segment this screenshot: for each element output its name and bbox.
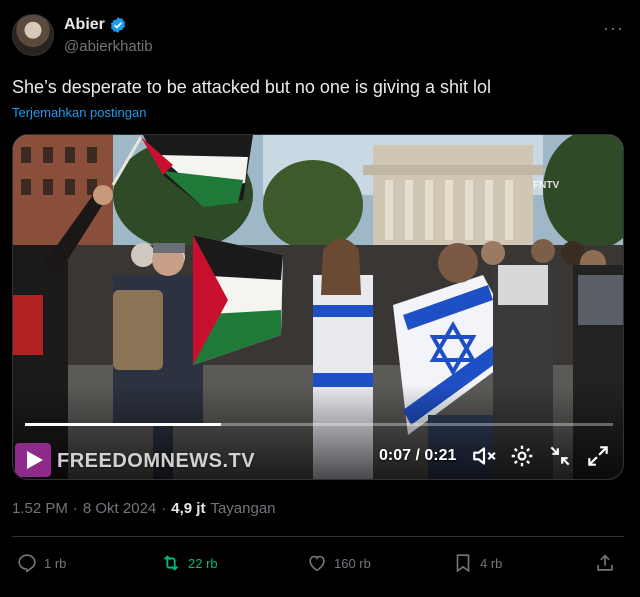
reply-icon (18, 554, 36, 573)
bookmark-button[interactable]: 4 rb (452, 545, 502, 581)
bookmark-icon (456, 554, 470, 573)
settings-gear-icon[interactable] (509, 443, 535, 469)
share-button[interactable] (594, 545, 616, 581)
retweet-icon (163, 555, 179, 571)
share-icon (597, 554, 613, 571)
video-progress-fill (25, 423, 221, 426)
separator-dot: · (72, 500, 78, 517)
reply-count: 1 rb (44, 555, 67, 571)
like-button[interactable]: 160 rb (306, 545, 371, 581)
retweet-count: 22 rb (188, 555, 218, 571)
post-time[interactable]: 1.52 PM (12, 500, 68, 517)
video-progress-bar[interactable] (25, 423, 613, 426)
verified-badge-icon (110, 17, 126, 33)
corner-logo: FNTV (533, 180, 560, 191)
views-count: 4,9 jt (171, 500, 206, 517)
fullscreen-icon[interactable] (585, 443, 611, 469)
more-options-icon[interactable]: ··· (603, 18, 624, 39)
reply-button[interactable]: 1 rb (16, 545, 66, 581)
avatar[interactable] (12, 14, 54, 56)
bookmark-count: 4 rb (480, 555, 503, 571)
display-name[interactable]: Abier (64, 16, 105, 34)
watermark-text: FREEDOMNEWS.TV (57, 450, 256, 472)
name-row: Abier (64, 16, 127, 34)
views-label: Tayangan (210, 500, 276, 517)
video-player[interactable]: FNTV FREEDOMNEWS.TV 0:07 / 0:21 (12, 134, 624, 480)
post-date[interactable]: 8 Okt 2024 (83, 500, 156, 517)
handle[interactable]: @abierkhatib (64, 38, 153, 55)
retweet-button[interactable]: 22 rb (160, 545, 218, 581)
action-bar: 1 rb 22 rb 160 rb 4 rb (12, 545, 628, 581)
minimize-icon[interactable] (547, 443, 573, 469)
tweet-header: Abier @abierkhatib ··· (12, 14, 628, 60)
like-count: 160 rb (334, 555, 371, 571)
video-time: 0:07 / 0:21 (379, 447, 457, 464)
tweet-meta: 1.52 PM · 8 Okt 2024 · 4,9 jt Tayangan (12, 500, 276, 517)
translate-link[interactable]: Terjemahkan postingan (12, 105, 146, 120)
divider (12, 536, 624, 537)
heart-icon (309, 555, 325, 572)
freedomnews-logo-icon (15, 443, 51, 477)
tweet-text: She’s desperate to be attacked but no on… (12, 77, 491, 97)
separator-dot: · (161, 500, 167, 517)
mute-icon[interactable] (471, 443, 497, 469)
